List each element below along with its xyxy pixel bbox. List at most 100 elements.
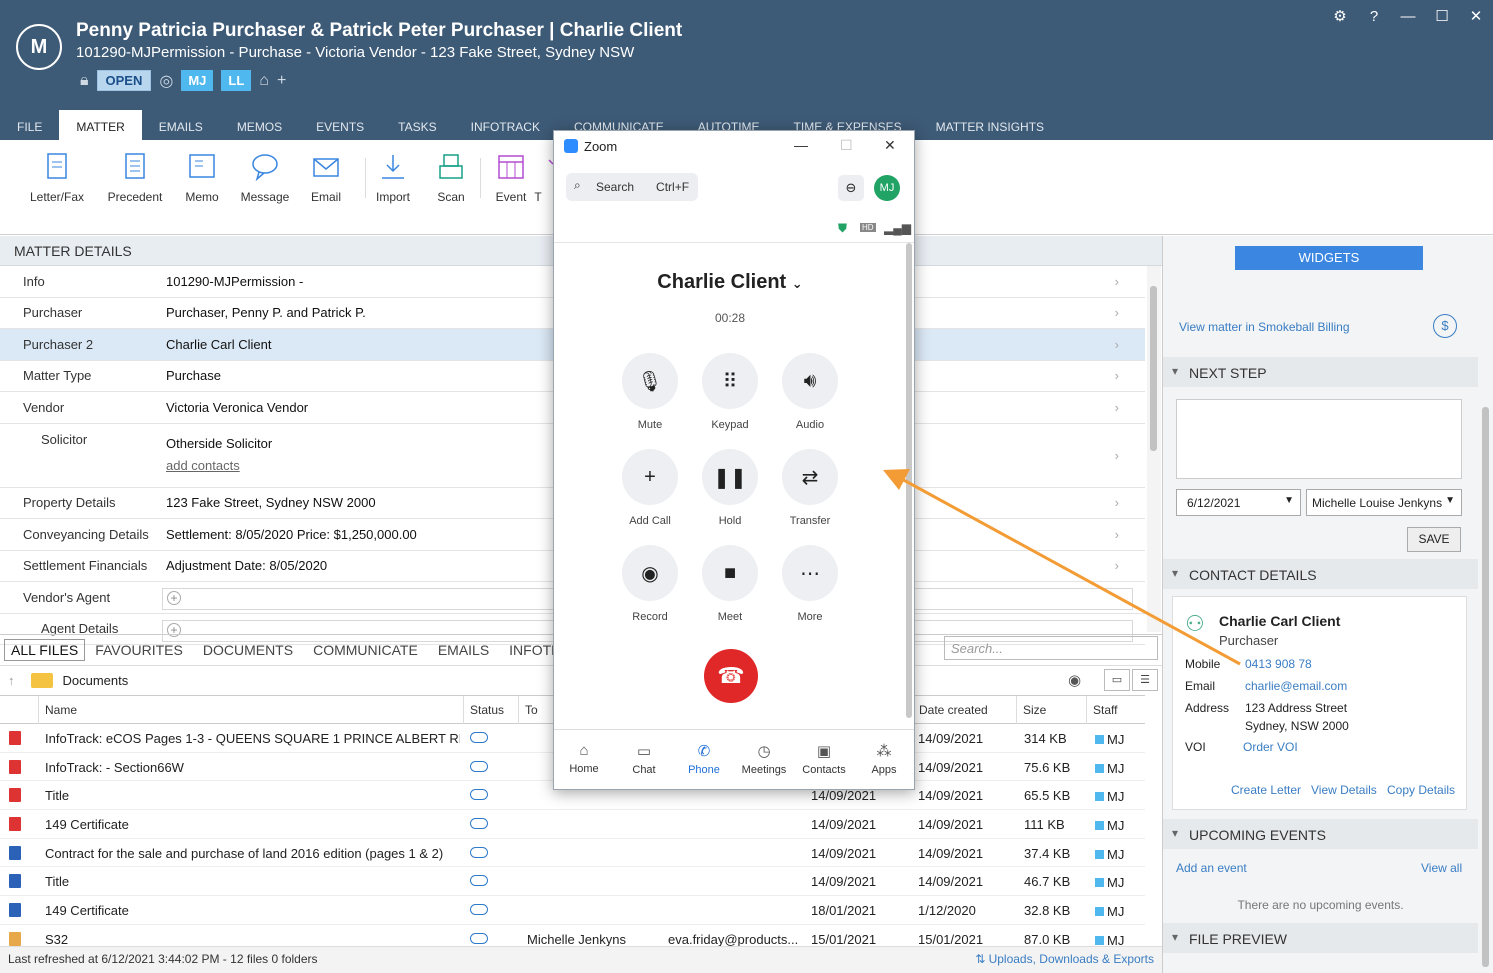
order-voi-link[interactable]: Order VOI xyxy=(1243,740,1298,754)
nav-phone[interactable]: ✆ Phone xyxy=(674,742,734,776)
save-button[interactable]: SAVE xyxy=(1407,527,1461,552)
mute-button[interactable]: 🎙︎ Mute xyxy=(610,353,690,431)
user-badge-ll[interactable]: LL xyxy=(221,70,252,91)
column-to[interactable]: To xyxy=(518,696,554,724)
copy-details-link[interactable]: Copy Details xyxy=(1387,783,1455,797)
task-icon xyxy=(548,159,553,165)
dollar-icon[interactable]: $ xyxy=(1433,314,1457,338)
hang-up-button[interactable]: ☎ xyxy=(704,649,758,703)
record-button[interactable]: ◉ Record xyxy=(610,545,690,623)
table-row[interactable]: 149 Certificate 18/01/2021 1/12/2020 32.8 K… xyxy=(0,896,1145,925)
next-step-textarea[interactable] xyxy=(1176,399,1462,479)
contact-name: Charlie Carl Client xyxy=(1219,613,1341,629)
gear-icon[interactable]: ⚙ xyxy=(1323,0,1357,32)
tab-events[interactable]: EVENTS xyxy=(299,110,381,140)
file-size: 314 KB xyxy=(1024,731,1067,746)
scrollbar-thumb[interactable] xyxy=(1150,286,1157,451)
more-button[interactable]: ⋯ More xyxy=(770,545,850,623)
tab-file[interactable]: FILE xyxy=(0,110,59,140)
details-scrollbar[interactable] xyxy=(1147,266,1161,632)
tag-icon[interactable]: ⌂ xyxy=(259,72,269,90)
nav-contacts[interactable]: ▣ Contacts xyxy=(794,742,854,776)
transfer-button[interactable]: ⇄ Transfer xyxy=(770,449,850,527)
document-icon xyxy=(47,153,67,179)
widgets-button[interactable]: WIDGETS xyxy=(1235,246,1423,270)
column-name[interactable]: Name xyxy=(38,696,463,724)
contact-mobile[interactable]: 0413 908 78 xyxy=(1245,657,1312,671)
uploads-link[interactable]: ⇅ Uploads, Downloads & Exports xyxy=(975,952,1154,966)
next-step-header[interactable]: NEXT STEP xyxy=(1163,357,1478,387)
widgets-scrollbar[interactable] xyxy=(1479,272,1493,972)
column-date-created[interactable]: Date created xyxy=(912,696,1016,724)
letter-fax-button[interactable]: Letter/Fax xyxy=(22,152,92,204)
memo-button[interactable]: Memo xyxy=(167,152,237,204)
scrollbar-thumb[interactable] xyxy=(1482,407,1489,967)
column-size[interactable]: Size xyxy=(1016,696,1086,724)
tab-emails[interactable]: EMAILS xyxy=(142,110,220,140)
column-status[interactable]: Status xyxy=(463,696,518,724)
tab-communicate-files[interactable]: COMMUNICATE xyxy=(303,642,428,658)
table-row[interactable]: 149 Certificate 14/09/2021 14/09/2021 111 K… xyxy=(0,810,1145,839)
add-circle-icon[interactable]: + xyxy=(167,591,181,605)
view-details-link[interactable]: View Details xyxy=(1311,783,1377,797)
phone-lock-icon[interactable]: ⊖ xyxy=(838,175,864,201)
file-search-input[interactable]: Search... xyxy=(944,636,1158,660)
nav-chat[interactable]: ▭ Chat xyxy=(614,742,674,776)
status-badge[interactable]: OPEN xyxy=(96,70,152,91)
help-icon[interactable]: ? xyxy=(1357,0,1391,32)
close-icon[interactable]: ✕ xyxy=(884,137,896,154)
tab-tasks[interactable]: TASKS xyxy=(381,110,453,140)
view-all-link[interactable]: View all xyxy=(1421,861,1462,875)
close-icon[interactable]: ✕ xyxy=(1459,0,1493,32)
nav-home[interactable]: ⌂ Home xyxy=(554,742,614,775)
upcoming-events-header[interactable]: UPCOMING EVENTS xyxy=(1163,819,1478,849)
folder-view-icon[interactable]: ▭ xyxy=(1104,669,1130,691)
column-staff[interactable]: Staff xyxy=(1086,696,1145,724)
tab-infotrack[interactable]: INFOTRACK xyxy=(454,110,557,140)
zoom-search-input[interactable]: ⌕ Search Ctrl+F xyxy=(566,173,698,201)
meet-button[interactable]: ■ Meet xyxy=(690,545,770,623)
tab-documents[interactable]: DOCUMENTS xyxy=(193,642,303,658)
table-row[interactable]: Contract for the sale and purchase of la… xyxy=(0,839,1145,868)
add-event-link[interactable]: Add an event xyxy=(1176,861,1247,875)
zoom-avatar[interactable]: MJ xyxy=(874,175,900,201)
nav-apps[interactable]: ⁂ Apps xyxy=(854,742,914,776)
list-view-icon[interactable]: ☰ xyxy=(1132,669,1158,691)
add-call-button[interactable]: + Add Call xyxy=(610,449,690,527)
add-contacts-link[interactable]: add contacts xyxy=(166,458,240,473)
precedent-button[interactable]: Precedent xyxy=(100,152,170,204)
chevron-right-icon: › xyxy=(1114,558,1119,574)
billing-link[interactable]: View matter in Smokeball Billing xyxy=(1179,320,1350,334)
up-arrow-icon[interactable]: ↑ xyxy=(8,673,15,688)
maximize-icon[interactable]: ☐ xyxy=(840,137,853,154)
tab-matter[interactable]: MATTER xyxy=(59,110,142,140)
file-preview-header[interactable]: FILE PREVIEW xyxy=(1163,923,1478,953)
table-row[interactable]: Title 14/09/2021 14/09/2021 46.7 KB MJ xyxy=(0,867,1145,897)
hold-button[interactable]: ❚❚ Hold xyxy=(690,449,770,527)
next-step-date-select[interactable]: 6/12/2021 ▼ xyxy=(1176,489,1301,516)
maximize-icon[interactable]: ☐ xyxy=(1425,0,1459,32)
create-letter-link[interactable]: Create Letter xyxy=(1231,783,1301,797)
caller-name[interactable]: Charlie Client ⌄ xyxy=(554,271,906,294)
audio-button[interactable]: 🔊︎ Audio xyxy=(770,353,850,431)
add-icon[interactable]: + xyxy=(277,72,286,90)
tab-emails-files[interactable]: EMAILS xyxy=(428,642,499,658)
task-button[interactable]: T xyxy=(518,152,558,204)
next-step-staff-select[interactable]: Michelle Louise Jenkyns ▼ xyxy=(1306,489,1462,516)
tab-matter-insights[interactable]: MATTER INSIGHTS xyxy=(919,110,1061,140)
minimize-icon[interactable]: — xyxy=(1391,0,1425,32)
eye-icon[interactable]: ◉ xyxy=(1068,671,1081,689)
keypad-button[interactable]: ⠿ Keypad xyxy=(690,353,770,431)
message-button[interactable]: Message xyxy=(230,152,300,204)
zoom-scrollbar[interactable] xyxy=(906,243,912,718)
tab-memos[interactable]: MEMOS xyxy=(220,110,299,140)
contact-address-line1: 123 Address Street xyxy=(1245,701,1348,715)
nav-meetings[interactable]: ◷ Meetings xyxy=(734,742,794,776)
tab-all-files[interactable]: ALL FILES xyxy=(4,638,86,661)
tab-favourites[interactable]: FAVOURITES xyxy=(85,642,193,658)
contact-details-header[interactable]: CONTACT DETAILS xyxy=(1163,559,1478,589)
minimize-icon[interactable]: — xyxy=(794,137,808,153)
contact-email[interactable]: charlie@email.com xyxy=(1245,679,1347,693)
email-button[interactable]: Email xyxy=(291,152,361,204)
user-badge-mj[interactable]: MJ xyxy=(181,70,214,91)
